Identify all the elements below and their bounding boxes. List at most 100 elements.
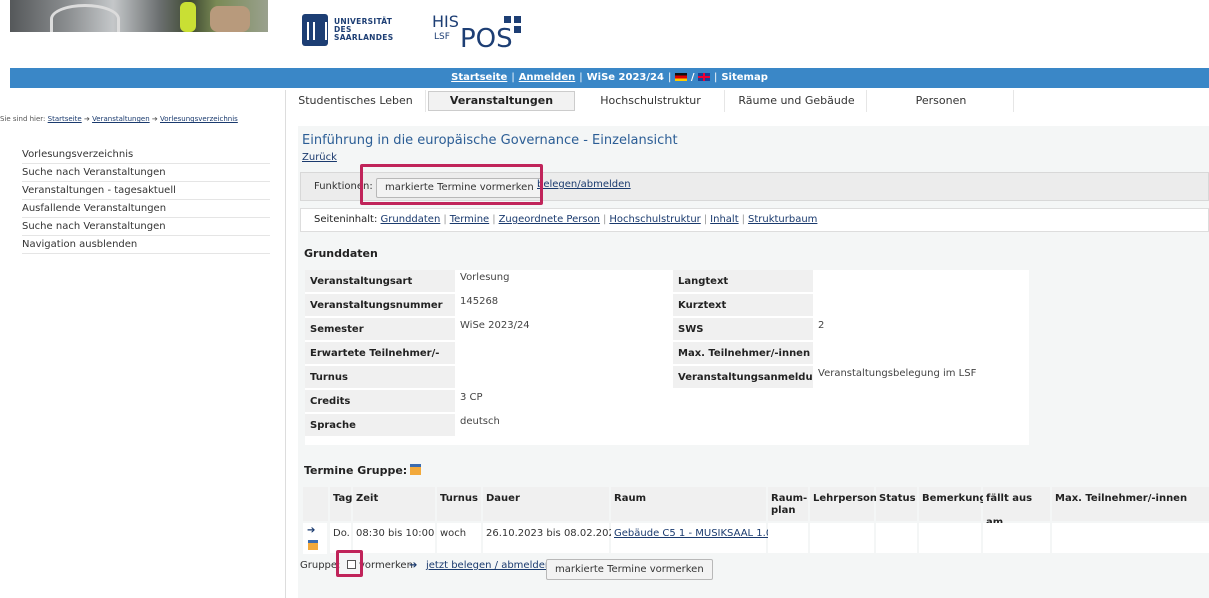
menu-navigation-ausblenden[interactable]: Navigation ausblenden [22,236,270,254]
breadcrumb-startseite[interactable]: Startseite [48,115,82,123]
cell-tag: Do. [330,523,351,553]
back-link[interactable]: Zurück [302,152,337,163]
termine-table: Tag Zeit Turnus Dauer Raum Raum-plan Leh… [303,487,1209,554]
top-navigation-bar: Startseite | Anmelden | WiSe 2023/24 | / | Sit… [10,68,1209,88]
grunddaten-label: Semester [305,318,455,340]
belegen-abmelden-link[interactable]: belegen/abmelden [537,179,631,190]
breadcrumb-vorlesungsverzeichnis[interactable]: Vorlesungsverzeichnis [160,115,238,123]
page-title: Einführung in die europäische Governance… [302,133,678,148]
cell-raum: Gebäude C5 1 - MUSIKSAAL 1.01 [611,523,779,553]
menu-veranstaltungen-tagesaktuell[interactable]: Veranstaltungen - tagesaktuell [22,182,270,200]
termine-heading: Termine Gruppe: [304,464,422,477]
tab-raeume-gebaeude[interactable]: Räume und Gebäude [727,90,867,112]
grunddaten-value [813,294,1029,316]
header: UNIVERSITÄT DES SAARLANDES HIS LSF POS [0,0,1209,68]
nav-strukturbaum[interactable]: Strukturbaum [748,214,817,225]
anmelden-link[interactable]: Anmelden [519,72,576,83]
table-header: Raum [611,487,766,521]
header-photo [10,0,268,32]
arrow-right-icon: ➔ [409,560,418,571]
mark-appointments-button-bottom[interactable]: markierte Termine vormerken [546,559,713,580]
left-menu: Vorlesungsverzeichnis Suche nach Veranst… [22,146,270,254]
table-header: Tag [330,487,352,521]
cell-bemerkung [919,523,981,553]
table-header: Raum-plan [768,487,808,521]
menu-ausfallende-veranstaltungen[interactable]: Ausfallende Veranstaltungen [22,200,270,218]
cell-zeit: 08:30 bis 10:00 [353,523,435,553]
university-emblem-icon [302,14,328,46]
grunddaten-value: Veranstaltungsbelegung im LSF [813,366,1029,388]
calendar-icon[interactable] [410,464,422,475]
table-header: Bemerkung [919,487,987,521]
nav-grunddaten[interactable]: Grunddaten [381,214,441,225]
tab-personen[interactable]: Personen [869,90,1014,112]
cell-status [876,523,917,553]
group-actions: Gruppe: vormerken ➔ jetzt belegen / abme… [300,556,1209,582]
table-header: Zeit [353,487,435,521]
semester-label[interactable]: WiSe 2023/24 [587,72,664,83]
grunddaten-label: SWS [673,318,813,340]
grunddaten-value: 3 CP [455,390,671,412]
nav-zugeordnete-person[interactable]: Zugeordnete Person [499,214,600,225]
cell-turnus: woch [437,523,481,553]
raum-link[interactable]: Gebäude C5 1 - MUSIKSAAL 1.01 [614,528,779,539]
university-logo[interactable]: UNIVERSITÄT DES SAARLANDES [302,8,412,50]
grunddaten-heading: Grunddaten [304,247,378,260]
highlight-box [360,164,543,205]
breadcrumb: Sie sind hier: Startseite ➔ Veranstaltun… [0,115,238,123]
group-label: Gruppe: [300,560,341,571]
university-name: UNIVERSITÄT DES SAARLANDES [334,17,394,42]
grunddaten-value [813,270,1029,292]
arrow-right-icon[interactable]: ➔ [307,525,315,536]
tab-studentisches-leben[interactable]: Studentisches Leben [286,90,426,112]
cell-dauer: 26.10.2023 bis 08.02.2024 [483,523,621,553]
tab-hochschulstruktur[interactable]: Hochschulstruktur [577,90,725,112]
grunddaten-label: Langtext [673,270,813,292]
tab-veranstaltungen[interactable]: Veranstaltungen [428,91,575,111]
table-header [303,487,328,521]
cell-max-teilnehmer [1052,523,1209,553]
vormerken-label: vormerken [359,560,413,571]
english-flag-icon[interactable] [697,73,710,81]
grunddaten-value: deutsch [455,414,671,436]
calendar-icon[interactable] [308,540,318,550]
highlight-box [336,550,363,577]
grunddaten-table: Veranstaltungsart Vorlesung Langtext Ver… [305,270,1029,445]
grunddaten-value [455,366,671,388]
grunddaten-label: Erwartete Teilnehmer/-innen [305,342,455,383]
grunddaten-label: Sprache [305,414,455,436]
grunddaten-label: Kurztext [673,294,813,316]
german-flag-icon[interactable] [675,73,688,81]
arrow-right-icon: ➔ [83,115,90,123]
grunddaten-value: Vorlesung [455,270,671,292]
grunddaten-label: Credits [305,390,455,412]
grunddaten-label: Veranstaltungsnummer [305,294,455,316]
cell-lehrperson [810,523,874,553]
nav-hochschulstruktur[interactable]: Hochschulstruktur [609,214,700,225]
table-header: Turnus [437,487,481,521]
table-header: fällt aus am [983,487,1050,528]
menu-suche-veranstaltungen[interactable]: Suche nach Veranstaltungen [22,164,270,182]
sitemap-link[interactable]: Sitemap [721,72,768,83]
breadcrumb-veranstaltungen[interactable]: Veranstaltungen [92,115,150,123]
startseite-link[interactable]: Startseite [451,72,507,83]
menu-vorlesungsverzeichnis[interactable]: Vorlesungsverzeichnis [22,146,270,164]
menu-suche-veranstaltungen-2[interactable]: Suche nach Veranstaltungen [22,218,270,236]
grunddaten-label: Max. Teilnehmer/-innen [673,342,813,364]
grunddaten-label: Turnus [305,366,455,388]
grunddaten-value: 2 [813,318,1029,340]
grunddaten-value [455,342,671,364]
row-icons: ➔ [303,523,327,554]
main-tabs: Studentisches Leben Veranstaltungen Hoch… [286,90,1018,112]
jetzt-belegen-link[interactable]: jetzt belegen / abmelden [426,560,551,571]
content-navigation: Seiteninhalt: Grunddaten | Termine | Zugeord… [300,208,1209,232]
nav-termine[interactable]: Termine [450,214,490,225]
table-header: Status [876,487,917,521]
table-header: Lehrperson [810,487,877,521]
nav-inhalt[interactable]: Inhalt [710,214,738,225]
table-header: Max. Teilnehmer/-innen [1052,487,1209,521]
table-header: Dauer [483,487,609,521]
grunddaten-label: Veranstaltungsart [305,270,455,292]
grunddaten-value: WiSe 2023/24 [455,318,671,340]
cell-faellt-aus [983,523,1050,553]
